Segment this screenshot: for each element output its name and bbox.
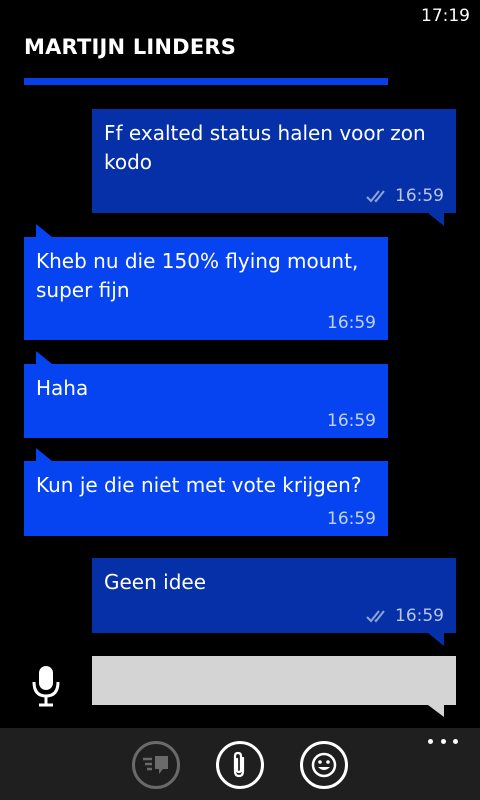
bubble-tail [36,351,52,364]
contact-name: MARTIJN LINDERS [24,35,237,59]
chat-screen: 17:19 MARTIJN LINDERS Ff exalted status … [0,0,480,800]
bubble-tail [36,448,52,461]
compose-row [0,656,480,718]
accent-line [24,78,388,85]
message-received[interactable]: Kun je die niet met vote krijgen? 16:59 [24,461,388,536]
compose-tail [428,705,444,717]
emoji-button[interactable] [300,741,348,789]
bubble-tail [36,224,52,237]
message-text: Haha [36,376,89,400]
dot [453,738,458,744]
dot [428,738,433,744]
message-text: Kun je die niet met vote krijgen? [36,473,362,497]
more-dots-icon[interactable] [428,736,458,746]
paperclip-icon [233,751,245,778]
status-bar: 17:19 [0,0,480,32]
message-time: 16:59 [327,509,376,529]
message-meta: 16:59 [327,411,376,431]
message-time: 16:59 [327,313,376,333]
message-time: 16:59 [395,606,444,626]
message-meta: 16:59 [327,509,376,529]
double-check-icon [366,610,385,623]
double-check-icon [366,190,385,203]
message-text: Ff exalted status halen voor zon kodo [104,121,426,174]
app-bar [0,728,480,800]
message-input[interactable] [92,656,456,705]
message-sent[interactable]: Ff exalted status halen voor zon kodo 16… [92,109,456,213]
bubble-tail [428,633,444,646]
message-received[interactable]: Kheb nu die 150% flying mount, super fij… [24,237,388,340]
attach-button[interactable] [216,741,264,789]
emoji-icon [311,752,337,778]
message-received[interactable]: Haha 16:59 [24,364,388,438]
microphone-icon[interactable] [26,664,66,708]
bubble-tail [428,213,444,226]
message-text: Geen idee [104,570,207,594]
message-time: 16:59 [395,186,444,206]
switch-conversation-icon [143,756,168,774]
message-text: Kheb nu die 150% flying mount, super fij… [36,249,359,302]
status-time: 17:19 [421,6,470,26]
message-meta: 16:59 [366,186,444,206]
message-sent[interactable]: Geen idee 16:59 [92,558,456,633]
switch-conversation-button[interactable] [132,741,180,789]
message-meta: 16:59 [327,313,376,333]
message-meta: 16:59 [366,606,444,626]
message-time: 16:59 [327,411,376,431]
dot [440,738,446,744]
